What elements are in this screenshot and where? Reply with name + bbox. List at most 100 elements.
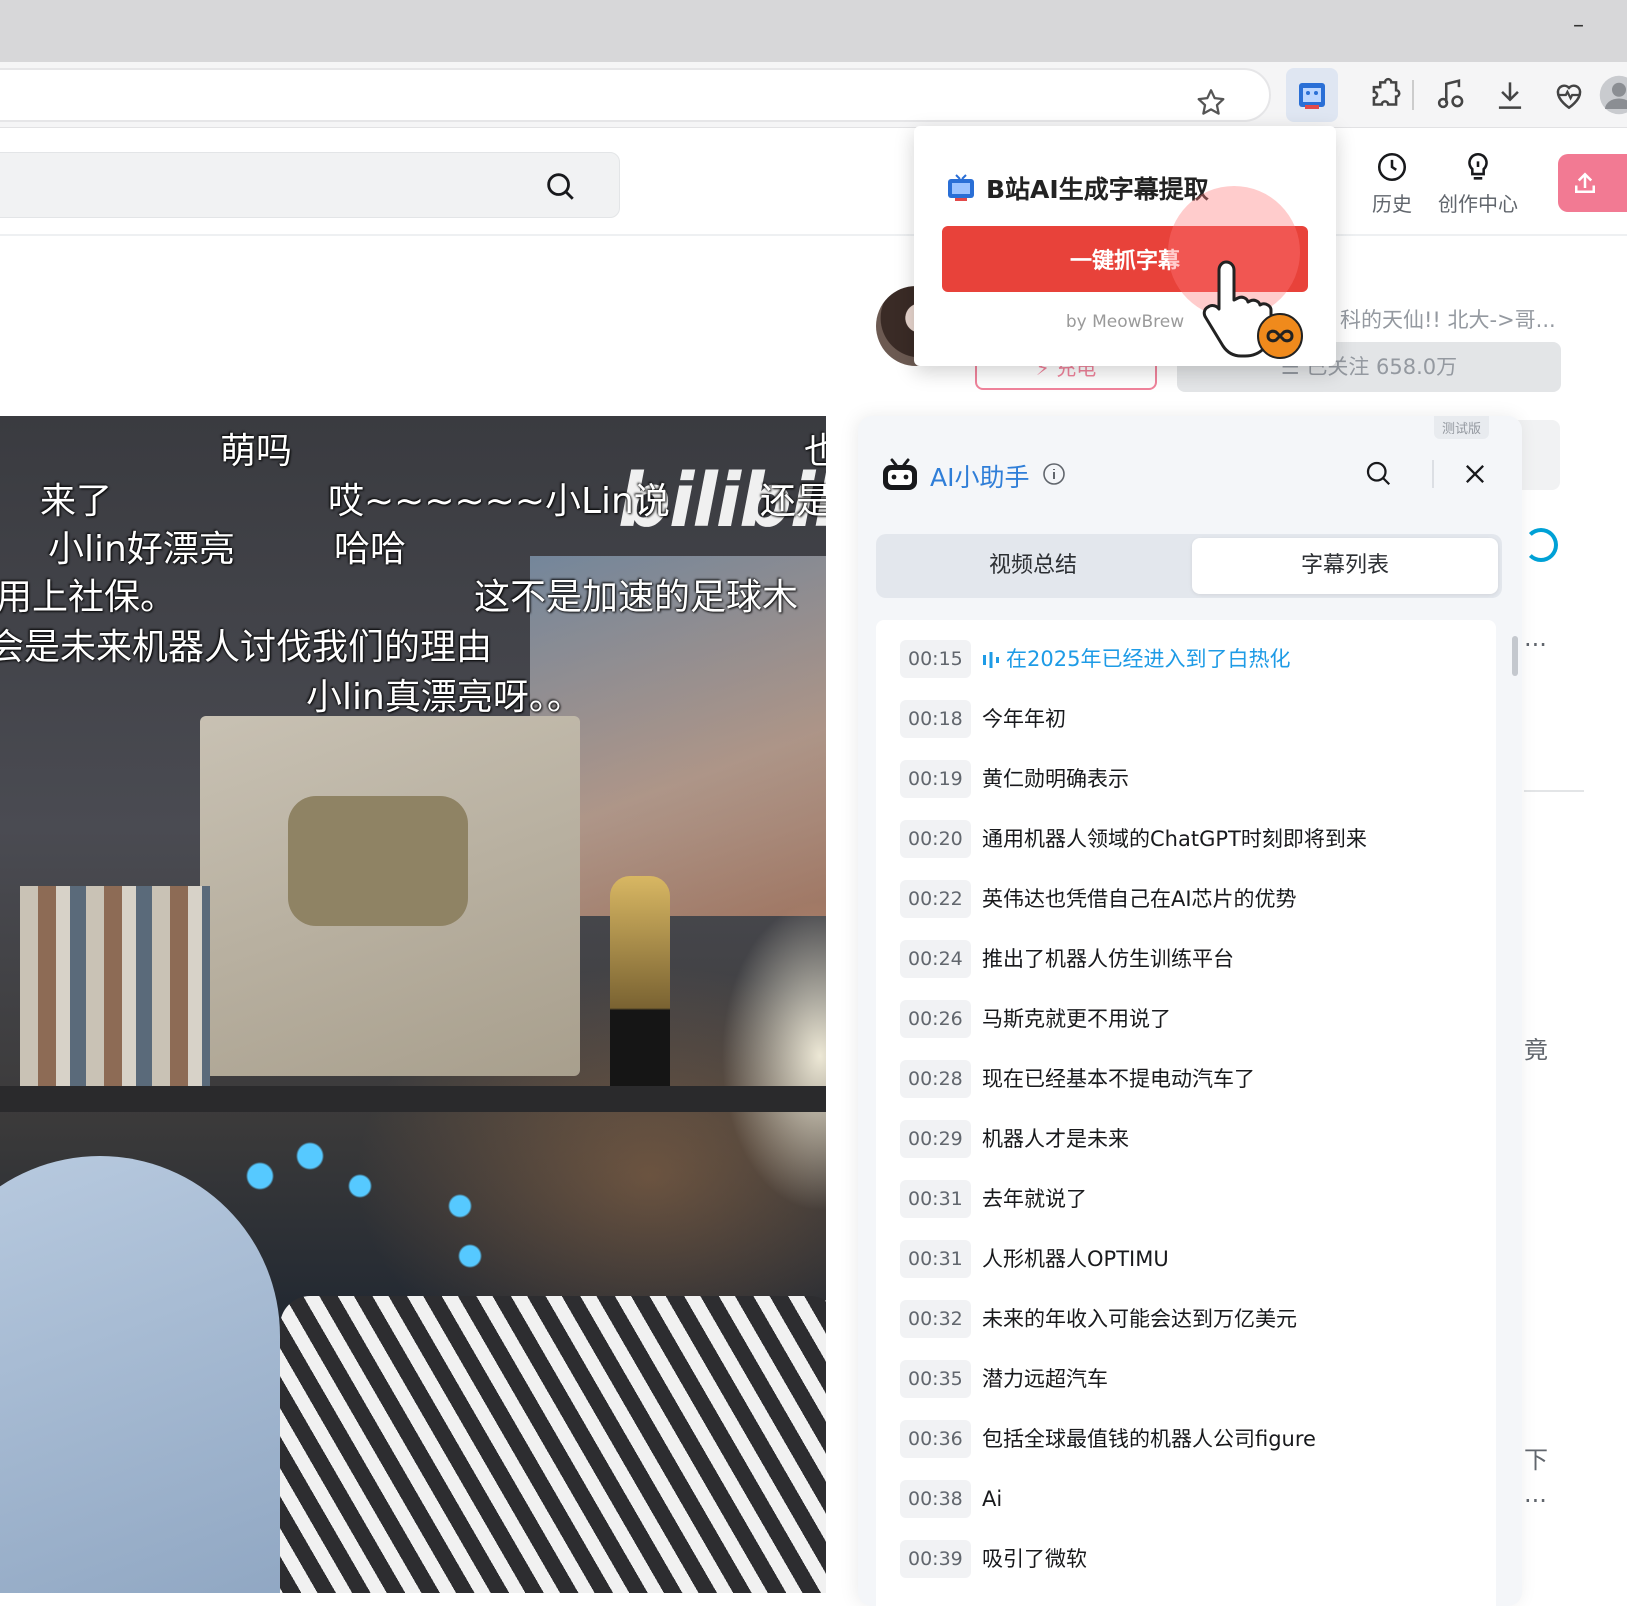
- address-bar[interactable]: [0, 68, 1271, 122]
- danmaku-comment: 来了: [40, 481, 113, 522]
- subtitle-text: Ai: [982, 1487, 1003, 1511]
- subtitle-row[interactable]: 00:35 潜力远超汽车: [876, 1350, 1496, 1410]
- hand-cursor-icon: [1202, 260, 1303, 359]
- bookshelf-books: [20, 886, 210, 1096]
- ai-panel-title: AI小助手: [930, 463, 1030, 492]
- danmaku-comment: 用上社保。: [0, 577, 177, 618]
- subtitle-text: 包括全球最值钱的机器人公司figure: [982, 1427, 1316, 1451]
- subtitle-text: 黄仁勋明确表示: [982, 767, 1129, 791]
- history-label: 历史: [1372, 192, 1412, 216]
- browser-titlebar: –: [0, 0, 1627, 62]
- profile-avatar-icon[interactable]: [1598, 74, 1627, 116]
- subtitle-row[interactable]: 00:31 人形机器人OPTIMU: [876, 1230, 1496, 1290]
- health-heart-icon[interactable]: [1550, 76, 1588, 114]
- subtitle-list-scrollbar[interactable]: [1512, 636, 1518, 676]
- popup-title: B站AI生成字幕提取: [986, 175, 1209, 204]
- right-divider: [1524, 790, 1584, 792]
- subtitle-row[interactable]: 00:32 未来的年收入可能会达到万亿美元: [876, 1290, 1496, 1350]
- toolbar-separator: [1412, 80, 1414, 110]
- subtitle-row[interactable]: 00:18 今年年初: [876, 690, 1496, 750]
- header-creator-center[interactable]: 创作中心: [1428, 150, 1528, 217]
- subtitle-row[interactable]: 00:38 Ai: [876, 1470, 1496, 1530]
- subtitle-text: 马斯克就更不用说了: [982, 1007, 1171, 1031]
- now-playing-icon: [983, 652, 999, 668]
- danmaku-comment: 小lin真漂亮呀。。: [306, 677, 583, 718]
- subtitle-timestamp: 00:26: [900, 1000, 971, 1038]
- right-ellipsis-2: ...: [1524, 1480, 1547, 1508]
- window-minimize-button[interactable]: –: [1573, 15, 1593, 37]
- play-button-plaque: [200, 716, 580, 1076]
- subtitle-row[interactable]: 00:39 吸引了微软: [876, 1530, 1496, 1590]
- close-icon[interactable]: [1461, 460, 1489, 488]
- subtitle-timestamp: 00:31: [900, 1180, 971, 1218]
- upload-icon: [1575, 172, 1595, 193]
- subtitle-row[interactable]: 00:20 通用机器人领域的ChatGPT时刻即将到来: [876, 810, 1496, 870]
- panel-tabs: 视频总结 字幕列表: [876, 534, 1502, 598]
- clock-icon: [1377, 152, 1407, 182]
- subtitle-text: 机器人才是未来: [982, 1127, 1129, 1151]
- subtitle-timestamp: 00:38: [900, 1480, 971, 1518]
- tab-subtitle-list[interactable]: 字幕列表: [1192, 538, 1498, 594]
- subtitle-text: 英伟达也凭借自己在AI芯片的优势: [982, 887, 1297, 911]
- danmaku-comment: 萌吗: [220, 431, 293, 472]
- subtitle-text: 吸引了微软: [982, 1547, 1087, 1571]
- subtitle-timestamp: 00:28: [900, 1060, 971, 1098]
- subtitle-timestamp: 00:19: [900, 760, 971, 798]
- subtitle-timestamp: 00:15: [900, 640, 971, 678]
- tv-icon: [948, 174, 974, 201]
- tab-video-summary[interactable]: 视频总结: [880, 538, 1186, 594]
- danmaku-comment: 也: [804, 431, 826, 472]
- subtitle-row[interactable]: 00:26 马斯克就更不用说了: [876, 990, 1496, 1050]
- subtitle-row[interactable]: 00:28 现在已经基本不提电动汽车了: [876, 1050, 1496, 1110]
- bilibili-tv-mascot-icon: [883, 458, 917, 490]
- striped-pillow: [280, 1296, 826, 1593]
- shelf: [0, 1086, 826, 1112]
- danmaku-comment: 哈哈: [334, 529, 407, 570]
- author-description: 科的天仙!! 北大->哥...: [1340, 308, 1556, 332]
- subtitle-text: 推出了机器人仿生训练平台: [982, 947, 1234, 971]
- subtitle-timestamp: 00:39: [900, 1540, 971, 1578]
- subtitle-row[interactable]: 00:15 在2025年已经进入到了白热化: [876, 630, 1496, 690]
- subtitle-timestamp: 00:36: [900, 1420, 971, 1458]
- subtitle-row[interactable]: 00:22 英伟达也凭借自己在AI芯片的优势: [876, 870, 1496, 930]
- creator-label: 创作中心: [1438, 192, 1518, 216]
- panel-search-icon[interactable]: [1363, 458, 1393, 488]
- media-music-icon[interactable]: [1432, 76, 1470, 114]
- video-player[interactable]: bilibili 萌吗 来了 哎~~~~~~小Lin说 还是 小lin好漂亮 哈…: [0, 416, 826, 1593]
- ai-assistant-panel: 测试版 AI小助手 视频总结 字幕列表 00:15 在2025年已经进入到了白热…: [858, 416, 1522, 1606]
- info-icon[interactable]: [1042, 462, 1066, 486]
- subtitle-text: 未来的年收入可能会达到万亿美元: [982, 1307, 1297, 1331]
- subtitle-row[interactable]: 00:29 机器人才是未来: [876, 1110, 1496, 1170]
- site-search-input[interactable]: [0, 152, 620, 218]
- header-history[interactable]: 历史: [1342, 150, 1442, 217]
- subtitle-row[interactable]: 00:24 推出了机器人仿生训练平台: [876, 930, 1496, 990]
- autoplay-toggle[interactable]: [1524, 528, 1558, 562]
- subtitle-text: 去年就说了: [982, 1187, 1087, 1211]
- subtitle-text: 今年年初: [982, 707, 1066, 731]
- danmaku-comment: 这不是加速的足球木: [474, 577, 799, 618]
- subtitle-timestamp: 00:22: [900, 880, 971, 918]
- subtitle-text: 人形机器人OPTIMU: [982, 1247, 1169, 1271]
- beta-badge: 测试版: [1434, 416, 1490, 439]
- search-icon[interactable]: [543, 169, 577, 203]
- subtitle-timestamp: 00:32: [900, 1300, 971, 1338]
- header-divider: [0, 234, 1627, 236]
- right-ellipsis: ...: [1524, 624, 1547, 652]
- bookmark-star-icon[interactable]: [1194, 86, 1228, 120]
- subtitle-row[interactable]: 00:36 包括全球最值钱的机器人公司figure: [876, 1410, 1496, 1470]
- extensions-puzzle-icon[interactable]: [1366, 76, 1404, 114]
- upload-button[interactable]: [1558, 154, 1627, 212]
- subtitle-timestamp: 00:20: [900, 820, 971, 858]
- subtitle-text: 潜力远超汽车: [982, 1367, 1108, 1391]
- subtitle-timestamp: 00:35: [900, 1360, 971, 1398]
- subtitle-row[interactable]: 00:31 去年就说了: [876, 1170, 1496, 1230]
- download-icon[interactable]: [1491, 76, 1529, 114]
- subtitle-timestamp: 00:18: [900, 700, 971, 738]
- subtitle-row[interactable]: 00:19 黄仁勋明确表示: [876, 750, 1496, 810]
- plaque-play-shape: [288, 796, 468, 926]
- right-text-fragment: 竟: [1524, 1036, 1548, 1064]
- right-text-fragment-2: 下: [1524, 1446, 1548, 1474]
- subtitle-timestamp: 00:29: [900, 1120, 971, 1158]
- danmaku-comment: 会是未来机器人讨伐我们的理由: [0, 627, 493, 668]
- subtitle-extension-button[interactable]: [1286, 68, 1338, 122]
